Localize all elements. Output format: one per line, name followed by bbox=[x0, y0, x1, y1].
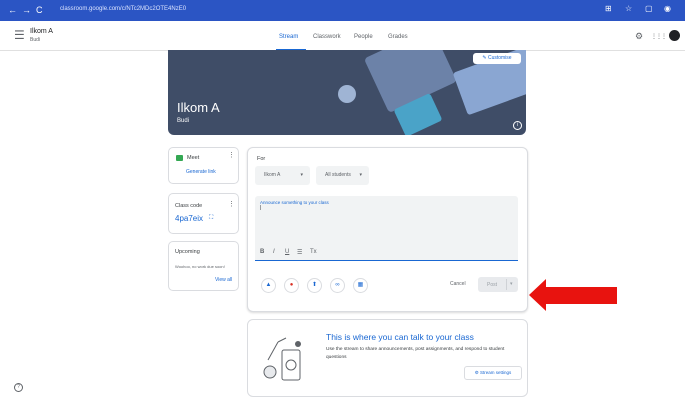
stream-illustration bbox=[263, 337, 301, 381]
bulleted-list-icon[interactable]: ☰ bbox=[297, 249, 302, 256]
upload-icon[interactable]: ⬆ bbox=[307, 278, 322, 293]
tab-stream[interactable]: Stream bbox=[279, 34, 298, 40]
italic-button[interactable]: I bbox=[273, 249, 275, 255]
bold-button[interactable]: B bbox=[260, 249, 264, 255]
announcement-placeholder: Announce something to your class bbox=[260, 200, 329, 205]
menu-icon[interactable]: ☰ bbox=[14, 28, 25, 42]
forward-arrow-icon[interactable]: → bbox=[22, 4, 31, 16]
generate-link[interactable]: Generate link bbox=[186, 169, 216, 175]
class-banner: ✎ Customise Ilkom A Budi i bbox=[168, 50, 526, 135]
classroom-header: ☰ Ilkom A Budi Stream Classwork People G… bbox=[0, 21, 685, 51]
extension-icon[interactable]: ⊞ bbox=[605, 4, 612, 13]
help-icon[interactable]: ? bbox=[14, 383, 23, 392]
back-arrow-icon[interactable]: ← bbox=[8, 4, 17, 16]
post-button-label: Post bbox=[487, 282, 498, 288]
stream-intro-description: Use the stream to share announcements, p… bbox=[326, 347, 505, 360]
reload-icon[interactable]: C bbox=[36, 4, 43, 16]
tab-grades[interactable]: Grades bbox=[388, 34, 408, 40]
more-vert-icon[interactable]: ⋮ bbox=[228, 200, 235, 208]
youtube-icon[interactable]: ● bbox=[284, 278, 299, 293]
browser-toolbar: ← → C classroom.google.com/c/NTc2MDc2OTE… bbox=[0, 0, 685, 21]
customise-button[interactable]: ✎ Customise bbox=[473, 53, 521, 64]
students-select[interactable]: All students ▾ bbox=[316, 166, 369, 185]
underline-button[interactable]: U bbox=[285, 249, 289, 255]
upcoming-card: Upcoming Woohoo, no work due soon! View … bbox=[168, 241, 239, 291]
class-code-value: 4pa7eix bbox=[175, 214, 204, 223]
meet-card: Meet ⋮ Generate link bbox=[168, 147, 239, 184]
red-arrow-shaft bbox=[545, 287, 617, 304]
cancel-button[interactable]: Cancel bbox=[450, 281, 466, 287]
class-select[interactable]: Ilkom A ▾ bbox=[255, 166, 310, 185]
add-on-icon[interactable]: ▦ bbox=[353, 278, 368, 293]
students-select-value: All students bbox=[325, 172, 351, 178]
tab-icon[interactable]: ▢ bbox=[645, 4, 653, 13]
class-title[interactable]: Ilkom A bbox=[30, 28, 53, 35]
google-drive-icon[interactable]: ▲ bbox=[261, 278, 276, 293]
star-icon[interactable]: ☆ bbox=[625, 4, 632, 13]
settings-gear-icon[interactable]: ⚙ bbox=[635, 31, 643, 42]
announcement-composer: For Ilkom A ▾ All students ▾ Announce so… bbox=[247, 147, 528, 312]
red-arrow-head bbox=[529, 279, 546, 311]
stream-intro-title: This is where you can talk to your class bbox=[326, 332, 474, 342]
stream-settings-button[interactable]: ⚙ Stream settings bbox=[464, 366, 522, 380]
meet-label: Meet bbox=[187, 155, 200, 161]
class-code-card: Class code ⋮ 4pa7eix ⛶ bbox=[168, 193, 239, 234]
info-icon[interactable]: i bbox=[513, 121, 522, 130]
upcoming-label: Upcoming bbox=[175, 249, 200, 255]
stream-intro-card: This is where you can talk to your class… bbox=[247, 319, 528, 397]
banner-cup-illustration bbox=[338, 85, 356, 103]
upcoming-text: Woohoo, no work due soon! bbox=[175, 264, 225, 269]
chevron-down-icon: ▾ bbox=[300, 172, 303, 178]
post-button[interactable]: Post ▾ bbox=[478, 277, 518, 292]
apps-grid-icon[interactable]: ⋮⋮⋮ bbox=[651, 33, 667, 40]
class-select-value: Ilkom A bbox=[264, 172, 281, 178]
tab-people[interactable]: People bbox=[354, 34, 373, 40]
fullscreen-icon[interactable]: ⛶ bbox=[209, 215, 213, 222]
for-label: For bbox=[257, 156, 266, 162]
view-all-link[interactable]: View all bbox=[215, 277, 232, 283]
text-cursor: | bbox=[260, 205, 262, 211]
avatar[interactable] bbox=[669, 30, 680, 41]
address-bar[interactable]: classroom.google.com/c/NTc2MDc2OTE4NzE0 bbox=[60, 6, 186, 12]
chevron-down-icon: ▾ bbox=[359, 172, 362, 178]
announcement-input[interactable]: Announce something to your class | bbox=[255, 196, 518, 261]
link-icon[interactable]: ∞ bbox=[330, 278, 345, 293]
class-subtitle: Budi bbox=[30, 37, 41, 43]
profile-icon[interactable]: ◉ bbox=[664, 4, 671, 13]
banner-subtitle: Budi bbox=[177, 118, 190, 124]
meet-icon bbox=[176, 155, 183, 161]
chevron-down-icon[interactable]: ▾ bbox=[510, 281, 513, 287]
class-code-label: Class code bbox=[175, 203, 203, 209]
more-vert-icon[interactable]: ⋮ bbox=[228, 151, 235, 159]
banner-title: Ilkom A bbox=[177, 100, 220, 115]
tab-classwork[interactable]: Classwork bbox=[313, 34, 341, 40]
clear-formatting-icon[interactable]: Tx bbox=[310, 249, 317, 255]
post-button-divider bbox=[506, 279, 507, 290]
